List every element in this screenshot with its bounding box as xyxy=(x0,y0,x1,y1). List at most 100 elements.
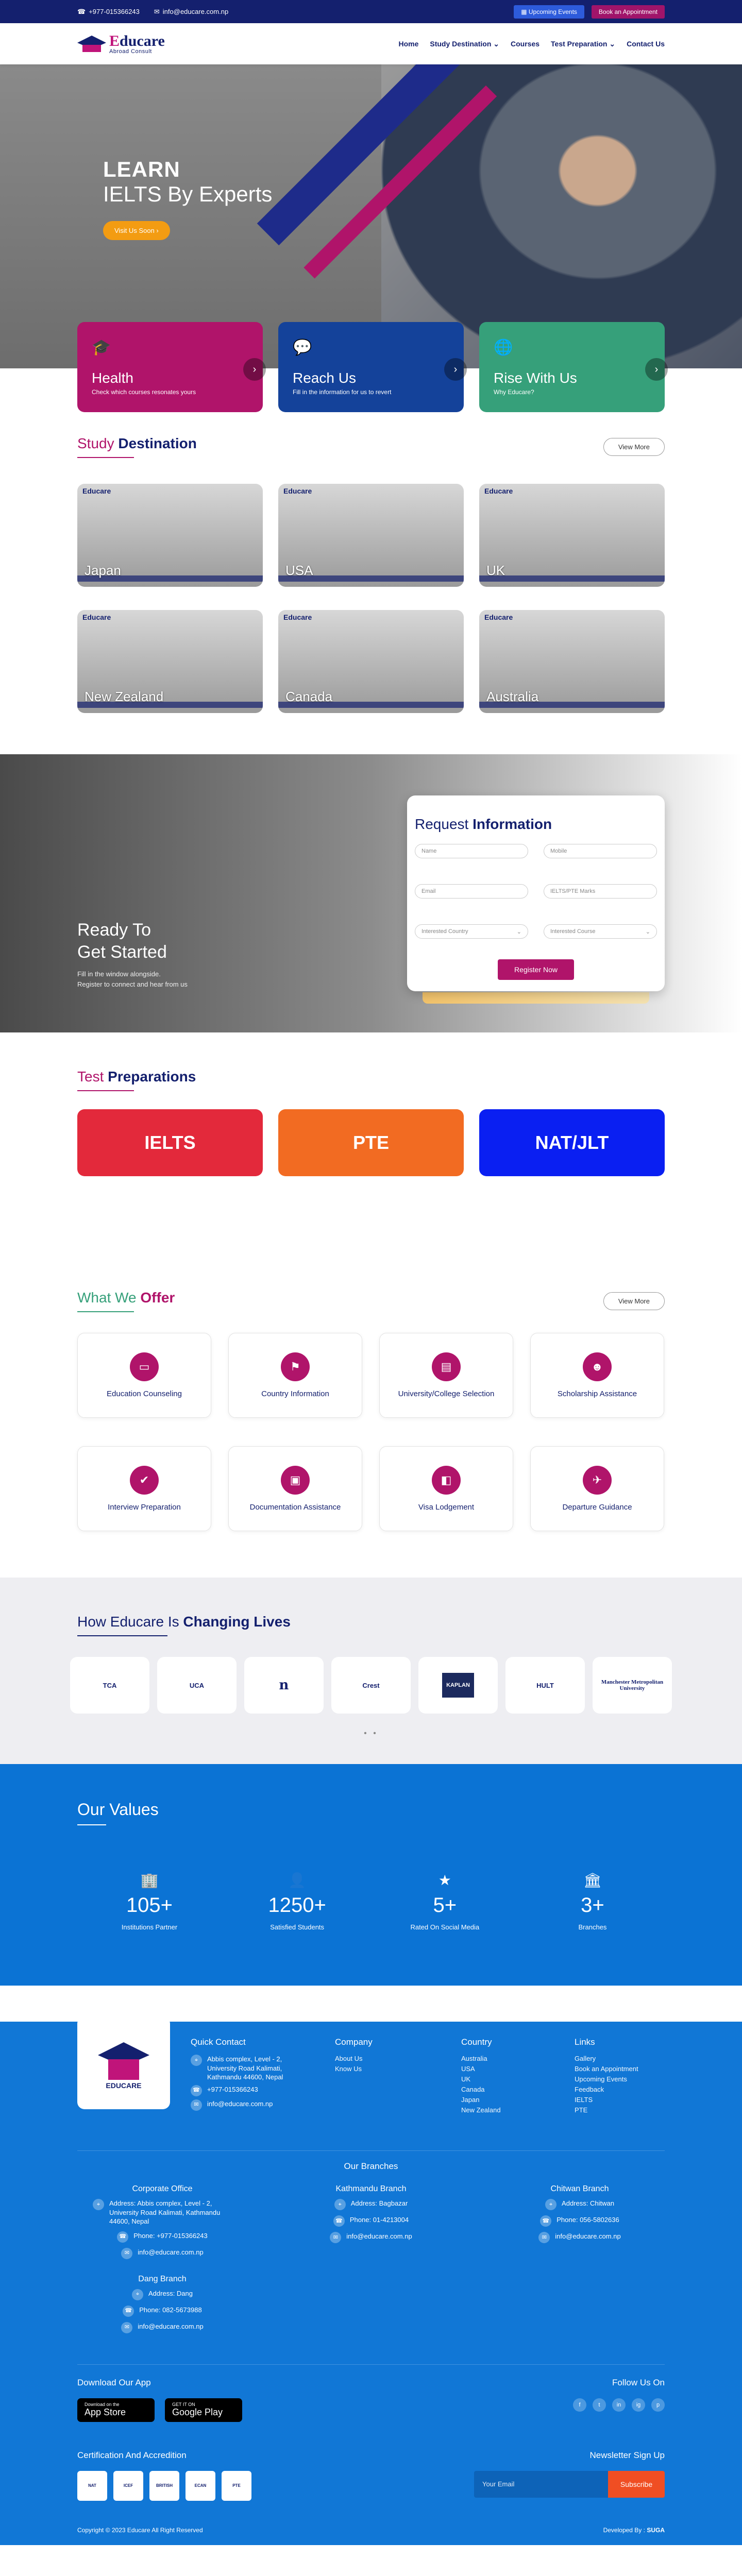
footer-link[interactable]: Japan xyxy=(461,2096,559,2104)
offer-card[interactable]: ▤ University/College Selection xyxy=(379,1333,513,1418)
pinterest-icon[interactable]: p xyxy=(651,2398,665,2412)
google-play-button[interactable]: GET IT ON Google Play xyxy=(165,2398,242,2422)
location-icon: ⌖ xyxy=(191,2055,202,2066)
phone-icon: ☎ xyxy=(540,2215,552,2227)
chevron-right-icon[interactable]: › xyxy=(243,358,266,381)
offer-card[interactable]: ◧ Visa Lodgement xyxy=(379,1446,513,1531)
nav-contact-us[interactable]: Contact Us xyxy=(627,40,665,48)
nav-study-destination[interactable]: Study Destination ⌄ xyxy=(430,40,499,48)
chevron-right-icon[interactable]: › xyxy=(645,358,668,381)
country-select[interactable]: Interested Country ⌄ xyxy=(415,924,528,939)
footer-link[interactable]: Australia xyxy=(461,2055,559,2062)
newsletter-title: Newsletter Sign Up xyxy=(589,2450,665,2460)
branch-card: Kathmandu Branch ⌖ Address: Bagbazar ☎ Pho… xyxy=(286,2184,456,2264)
certification-title: Certification And Accredition xyxy=(77,2450,187,2460)
feature-card-rise-with-us[interactable]: 🌐 Rise With Us Why Educare? › xyxy=(479,322,668,412)
nav-test-preparation[interactable]: Test Preparation ⌄ xyxy=(551,40,615,48)
offer-card[interactable]: ⚑ Country Information xyxy=(228,1333,362,1418)
calendar-icon: ▦ xyxy=(521,8,529,15)
plane-icon: ✈ xyxy=(583,1466,612,1495)
cert-logo: PTE xyxy=(222,2470,251,2501)
linkedin-icon[interactable]: in xyxy=(612,2398,626,2412)
footer-link[interactable]: About Us xyxy=(335,2055,433,2062)
footer-email[interactable]: ✉ info@educare.com.np xyxy=(191,2099,304,2111)
carousel-dots[interactable]: • • xyxy=(0,1729,742,1738)
offer-card[interactable]: ▣ Documentation Assistance xyxy=(228,1446,362,1531)
hero-subtitle: IELTS By Experts xyxy=(103,182,273,206)
footer-link[interactable]: PTE xyxy=(575,2106,638,2114)
value-item: 🏢 105+ Institutions Partner xyxy=(88,1872,211,1931)
copyright-text: Copyright © 2023 Educare All Right Reser… xyxy=(77,2526,203,2534)
download-app-title: Download Our App xyxy=(77,2377,151,2387)
educare-logo[interactable]: Educare Abroad Consult xyxy=(77,33,165,55)
request-information-section: Ready To Get Started Fill in the window a… xyxy=(0,754,742,1032)
offer-card[interactable]: ☻ Scholarship Assistance xyxy=(530,1333,664,1418)
destination-card-uk[interactable]: Educare UK xyxy=(479,484,665,587)
destination-card-new-zealand[interactable]: Educare New Zealand xyxy=(77,610,263,713)
feature-card-reach-us[interactable]: 💬 Reach Us Fill in the information for u… xyxy=(278,322,467,412)
footer-link[interactable]: Feedback xyxy=(575,2086,638,2093)
user-graduate-icon: ☻ xyxy=(583,1352,612,1381)
hero-cta-button[interactable]: Visit Us Soon › xyxy=(103,221,170,240)
course-select[interactable]: Interested Course ⌄ xyxy=(544,924,657,939)
chevron-right-icon[interactable]: › xyxy=(444,358,467,381)
facebook-icon[interactable]: f xyxy=(573,2398,586,2412)
partner-logo[interactable]: TCA xyxy=(70,1657,149,1714)
prep-pte-button[interactable]: PTE xyxy=(278,1109,464,1176)
partner-logo[interactable]: HULT xyxy=(505,1657,585,1714)
offer-card[interactable]: ▭ Education Counseling xyxy=(77,1333,211,1418)
cert-logo: ICEF xyxy=(113,2470,143,2501)
name-input[interactable]: Name xyxy=(415,844,528,858)
app-store-button[interactable]: Download on the App Store xyxy=(77,2398,155,2422)
email-input[interactable]: Email xyxy=(415,884,528,899)
footer-phone[interactable]: ☎ +977-015366243 xyxy=(191,2084,304,2096)
destination-card-usa[interactable]: Educare USA xyxy=(278,484,464,587)
footer-link[interactable]: USA xyxy=(461,2065,559,2073)
destination-card-australia[interactable]: Educare Australia xyxy=(479,610,665,713)
offer-card[interactable]: ✈ Departure Guidance xyxy=(530,1446,664,1531)
offer-card[interactable]: ✔ Interview Preparation xyxy=(77,1446,211,1531)
partner-logo[interactable]: n xyxy=(244,1657,324,1714)
twitter-icon[interactable]: t xyxy=(593,2398,606,2412)
destination-card-japan[interactable]: Educare Japan xyxy=(77,484,263,587)
newsletter-email-input[interactable]: Your Email xyxy=(474,2470,608,2498)
cert-logo: NAT xyxy=(77,2470,107,2501)
view-more-button[interactable]: View More xyxy=(603,1292,665,1310)
footer-link[interactable]: Book an Appointment xyxy=(575,2065,638,2073)
mobile-input[interactable]: Mobile xyxy=(544,844,657,858)
footer-link[interactable]: Gallery xyxy=(575,2055,638,2062)
instagram-icon[interactable]: ig xyxy=(632,2398,645,2412)
footer-link[interactable]: Upcoming Events xyxy=(575,2075,638,2083)
section-title: Study Destination xyxy=(77,435,197,451)
book-appointment-button[interactable]: Book an Appointment xyxy=(591,5,665,19)
view-more-button[interactable]: View More xyxy=(603,437,665,456)
footer-logo[interactable]: EDUCARE xyxy=(77,2016,170,2109)
subscribe-button[interactable]: Subscribe xyxy=(608,2470,665,2498)
upcoming-events-button[interactable]: ▦ Upcoming Events xyxy=(514,5,584,19)
mail-icon: ✉ xyxy=(191,2099,202,2111)
developer-credit[interactable]: Developed By : SUGA xyxy=(603,2527,665,2534)
destination-card-canada[interactable]: Educare Canada xyxy=(278,610,464,713)
partner-logo[interactable]: Crest xyxy=(331,1657,411,1714)
footer-link[interactable]: Canada xyxy=(461,2086,559,2093)
prep-nat-jlt-button[interactable]: NAT/JLT xyxy=(479,1109,665,1176)
prep-ielts-button[interactable]: IELTS xyxy=(77,1109,263,1176)
logo-word: ducare xyxy=(120,32,165,49)
footer-link[interactable]: UK xyxy=(461,2075,559,2083)
footer-link[interactable]: New Zealand xyxy=(461,2106,559,2114)
nav-courses[interactable]: Courses xyxy=(511,40,539,48)
section-title: What We Offer xyxy=(77,1290,175,1306)
partner-logo[interactable]: Manchester Metropolitan University xyxy=(593,1657,672,1714)
register-now-button[interactable]: Register Now xyxy=(498,959,574,980)
card-text: Fill in the information for us to revert xyxy=(293,388,392,396)
nav-home[interactable]: Home xyxy=(398,40,418,48)
footer-link[interactable]: Know Us xyxy=(335,2065,433,2073)
phone-contact[interactable]: ☎ +977-015366243 xyxy=(77,8,140,16)
partner-logo[interactable]: UCA xyxy=(157,1657,237,1714)
footer-link[interactable]: IELTS xyxy=(575,2096,638,2104)
email-contact[interactable]: ✉ info@educare.com.np xyxy=(154,8,228,16)
feature-card-health[interactable]: 🎓 Health Check which courses resonates y… xyxy=(77,322,266,412)
partner-logo[interactable]: KAPLAN xyxy=(418,1657,498,1714)
marks-input[interactable]: IELTS/PTE Marks xyxy=(544,884,657,899)
value-item: 👤 1250+ Satisfied Students xyxy=(235,1872,359,1931)
